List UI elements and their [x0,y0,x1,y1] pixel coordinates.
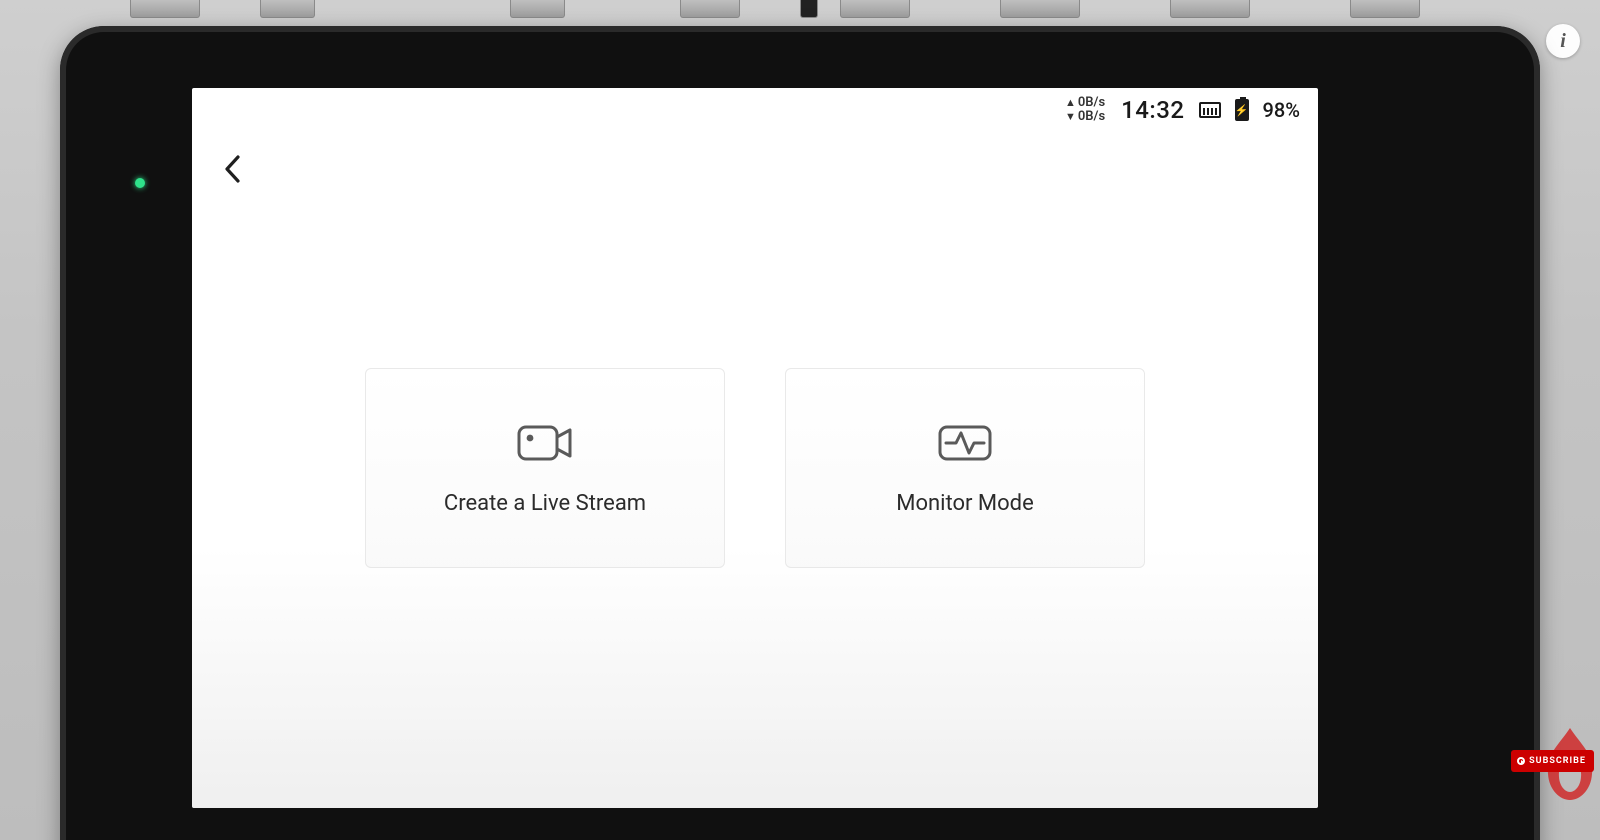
status-led [135,178,145,188]
battery-charging-icon: ⚡ [1235,99,1249,121]
hinge-piece [1170,0,1250,18]
sim-icon [1199,102,1221,118]
chevron-left-icon [223,154,243,184]
info-badge[interactable]: i [1546,24,1580,58]
monitor-mode-card[interactable]: Monitor Mode [785,368,1145,568]
device-screen: ▲0B/s ▼0B/s 14:32 ⚡ 98% [192,88,1318,808]
network-traffic: ▲0B/s ▼0B/s [1065,96,1105,124]
hinge-piece [130,0,200,18]
net-up-value: 0B/s [1078,96,1105,110]
hinge-piece [1000,0,1080,18]
net-down-value: 0B/s [1078,110,1105,124]
hinge-piece [680,0,740,18]
video-camera-icon [516,421,574,465]
subscribe-button[interactable]: SUBSCRIBE [1511,750,1594,772]
photo-backdrop: i ▲0B/s ▼0B/s 14:32 ⚡ 98% [0,0,1600,840]
status-bar: ▲0B/s ▼0B/s 14:32 ⚡ 98% [192,88,1318,132]
create-live-stream-card[interactable]: Create a Live Stream [365,368,725,568]
battery-percentage: 98% [1263,98,1300,122]
hinge-piece [260,0,315,18]
clock: 14:32 [1121,96,1184,124]
hinge-piece [1350,0,1420,18]
monitor-waveform-icon [936,421,994,465]
create-live-stream-label: Create a Live Stream [444,491,646,516]
arrow-down-icon: ▼ [1065,110,1076,124]
hinge-piece [510,0,565,18]
mode-options: Create a Live Stream Monitor Mode [192,368,1318,568]
nav-bar [192,132,1318,206]
hinge-piece [840,0,910,18]
arrow-up-icon: ▲ [1065,96,1076,110]
hinge-piece [800,0,818,18]
monitor-mode-label: Monitor Mode [896,491,1034,516]
back-button[interactable] [214,150,252,188]
subscribe-label: SUBSCRIBE [1529,756,1586,766]
play-circle-icon [1517,757,1525,765]
device-bezel: ▲0B/s ▼0B/s 14:32 ⚡ 98% [60,26,1540,840]
